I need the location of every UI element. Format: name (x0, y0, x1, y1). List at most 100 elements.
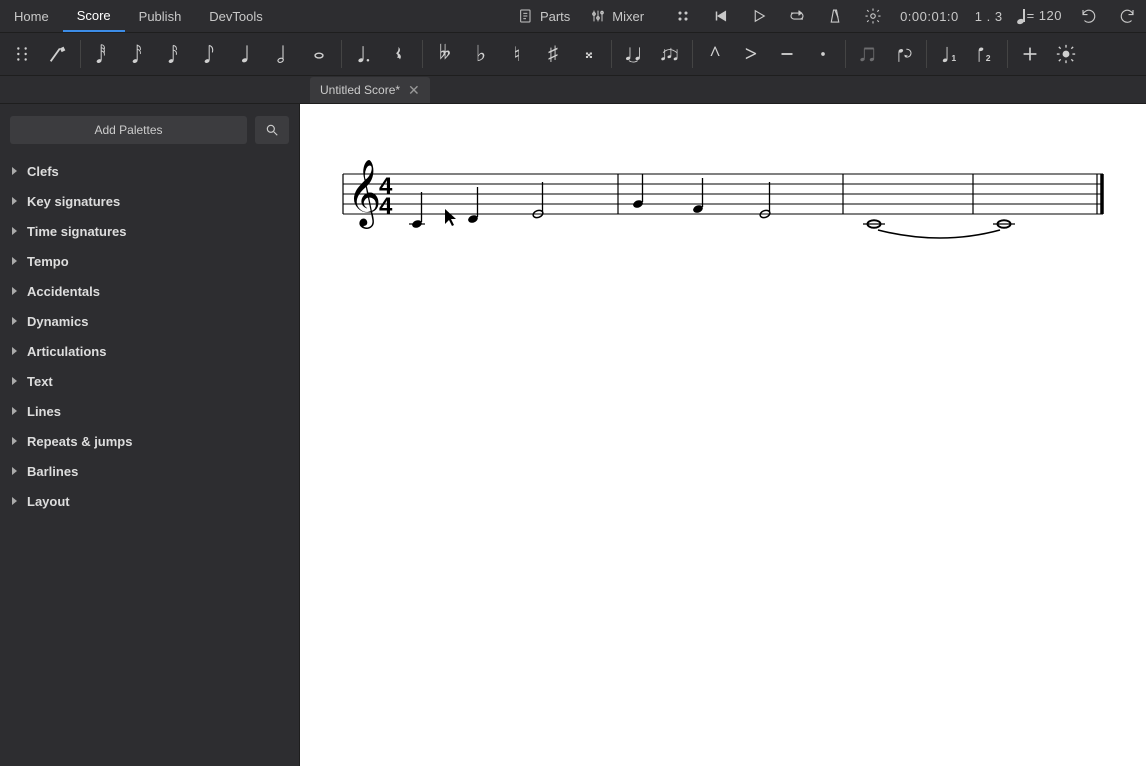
panel-tabs: Palettes··· Instruments Properties (0, 76, 1146, 104)
tuplet-button[interactable] (850, 36, 886, 72)
close-icon[interactable]: ✕ (408, 82, 420, 99)
measure-1[interactable] (409, 182, 544, 229)
redo-button[interactable] (1108, 0, 1146, 32)
palette-list: Clefs Key signatures Time signatures Tempo A… (0, 156, 299, 766)
panel-tab-properties[interactable]: Properties (200, 76, 283, 104)
palette-item-articulations[interactable]: Articulations (0, 336, 299, 366)
duration-half[interactable] (265, 36, 301, 72)
duration-quarter[interactable] (229, 36, 265, 72)
voice-1-button[interactable]: 1 (931, 36, 967, 72)
flip-button[interactable] (886, 36, 922, 72)
palette-item-layout[interactable]: Layout (0, 486, 299, 516)
score-canvas[interactable]: 𝄞 4 4 (300, 104, 1146, 766)
rest-button[interactable] (382, 36, 418, 72)
toolbar-settings-button[interactable] (1048, 36, 1084, 72)
time-sig-bottom[interactable]: 4 (379, 193, 393, 220)
staccato-button[interactable] (805, 36, 841, 72)
caret-right-icon (12, 407, 17, 415)
caret-right-icon (12, 467, 17, 475)
palette-item-label: Articulations (27, 344, 106, 359)
quarter-note-icon (1019, 10, 1025, 24)
loop-button[interactable] (778, 0, 816, 32)
panel-tab-palettes[interactable]: Palettes··· (0, 76, 108, 104)
caret-right-icon (12, 497, 17, 505)
mixer-button[interactable]: Mixer (580, 0, 654, 32)
palette-item-time-signatures[interactable]: Time signatures (0, 216, 299, 246)
svg-text:1: 1 (951, 53, 956, 63)
tie[interactable] (878, 230, 1000, 238)
metronome-button[interactable] (816, 0, 854, 32)
time-display: 0:00:01:0 (892, 9, 967, 24)
palette-item-key-signatures[interactable]: Key signatures (0, 186, 299, 216)
palette-item-label: Lines (27, 404, 61, 419)
duration-64th[interactable] (85, 36, 121, 72)
palette-item-lines[interactable]: Lines (0, 396, 299, 426)
add-palettes-button[interactable]: Add Palettes (10, 116, 247, 144)
play-button[interactable] (740, 0, 778, 32)
natural-button[interactable]: ♮ (499, 36, 535, 72)
palette-item-label: Tempo (27, 254, 69, 269)
palette-item-text[interactable]: Text (0, 366, 299, 396)
caret-right-icon (12, 227, 17, 235)
caret-right-icon (12, 197, 17, 205)
caret-right-icon (12, 167, 17, 175)
treble-clef[interactable]: 𝄞 (347, 160, 381, 229)
double-flat-button[interactable]: 𝄫 (427, 36, 463, 72)
cursor-icon (445, 209, 456, 226)
palette-item-clefs[interactable]: Clefs (0, 156, 299, 186)
grip-handle-icon[interactable] (4, 36, 40, 72)
palette-item-accidentals[interactable]: Accidentals (0, 276, 299, 306)
flat-button[interactable]: ♭ (463, 36, 499, 72)
menu-tab-devtools[interactable]: DevTools (195, 0, 276, 32)
double-sharp-button[interactable]: 𝄪 (571, 36, 607, 72)
search-icon (265, 123, 279, 137)
palette-item-tempo[interactable]: Tempo (0, 246, 299, 276)
palette-item-label: Clefs (27, 164, 59, 179)
undo-button[interactable] (1070, 0, 1108, 32)
augmentation-dot-button[interactable] (346, 36, 382, 72)
palette-item-barlines[interactable]: Barlines (0, 456, 299, 486)
music-staff[interactable]: 𝄞 4 4 (333, 154, 1113, 264)
palettes-sidebar: Add Palettes Clefs Key signatures Time sig… (0, 104, 300, 766)
duration-8th[interactable] (193, 36, 229, 72)
parts-button[interactable]: Parts (508, 0, 580, 32)
settings-button[interactable] (854, 0, 892, 32)
menu-tab-home[interactable]: Home (0, 0, 63, 32)
measure-3[interactable] (863, 220, 885, 228)
measure-2[interactable] (632, 174, 771, 219)
grip-icon[interactable] (664, 0, 702, 32)
duration-32nd[interactable] (121, 36, 157, 72)
note-toolbar: 𝄫 ♭ ♮ ♯ 𝄪 ^ > 1 2 (0, 32, 1146, 76)
palette-item-label: Time signatures (27, 224, 126, 239)
menubar: Home Score Publish DevTools Parts Mixer … (0, 0, 1146, 32)
palette-item-repeats-jumps[interactable]: Repeats & jumps (0, 426, 299, 456)
slur-button[interactable] (652, 36, 688, 72)
marcato-button[interactable]: ^ (697, 36, 733, 72)
caret-right-icon (12, 377, 17, 385)
palette-item-label: Accidentals (27, 284, 100, 299)
duration-16th[interactable] (157, 36, 193, 72)
search-palettes-button[interactable] (255, 116, 289, 144)
mixer-label: Mixer (612, 9, 644, 24)
more-icon[interactable]: ··· (68, 83, 96, 98)
tenuto-button[interactable] (769, 36, 805, 72)
measure-4[interactable] (993, 220, 1015, 228)
panel-tab-instruments[interactable]: Instruments (108, 76, 200, 104)
palette-item-label: Barlines (27, 464, 78, 479)
sharp-button[interactable]: ♯ (535, 36, 571, 72)
menu-tab-score[interactable]: Score (63, 0, 125, 32)
note-input-button[interactable] (40, 36, 76, 72)
caret-right-icon (12, 347, 17, 355)
mixer-icon (590, 8, 606, 24)
tempo-display[interactable]: = 120 (1011, 8, 1070, 24)
accent-button[interactable]: > (733, 36, 769, 72)
add-button[interactable] (1012, 36, 1048, 72)
menu-tab-publish[interactable]: Publish (125, 0, 196, 32)
position-display: 1 . 3 (967, 9, 1011, 24)
duration-whole[interactable] (301, 36, 337, 72)
palette-item-dynamics[interactable]: Dynamics (0, 306, 299, 336)
document-tab[interactable]: Untitled Score* ✕ (310, 77, 430, 103)
tie-button[interactable] (616, 36, 652, 72)
rewind-button[interactable] (702, 0, 740, 32)
voice-2-button[interactable]: 2 (967, 36, 1003, 72)
